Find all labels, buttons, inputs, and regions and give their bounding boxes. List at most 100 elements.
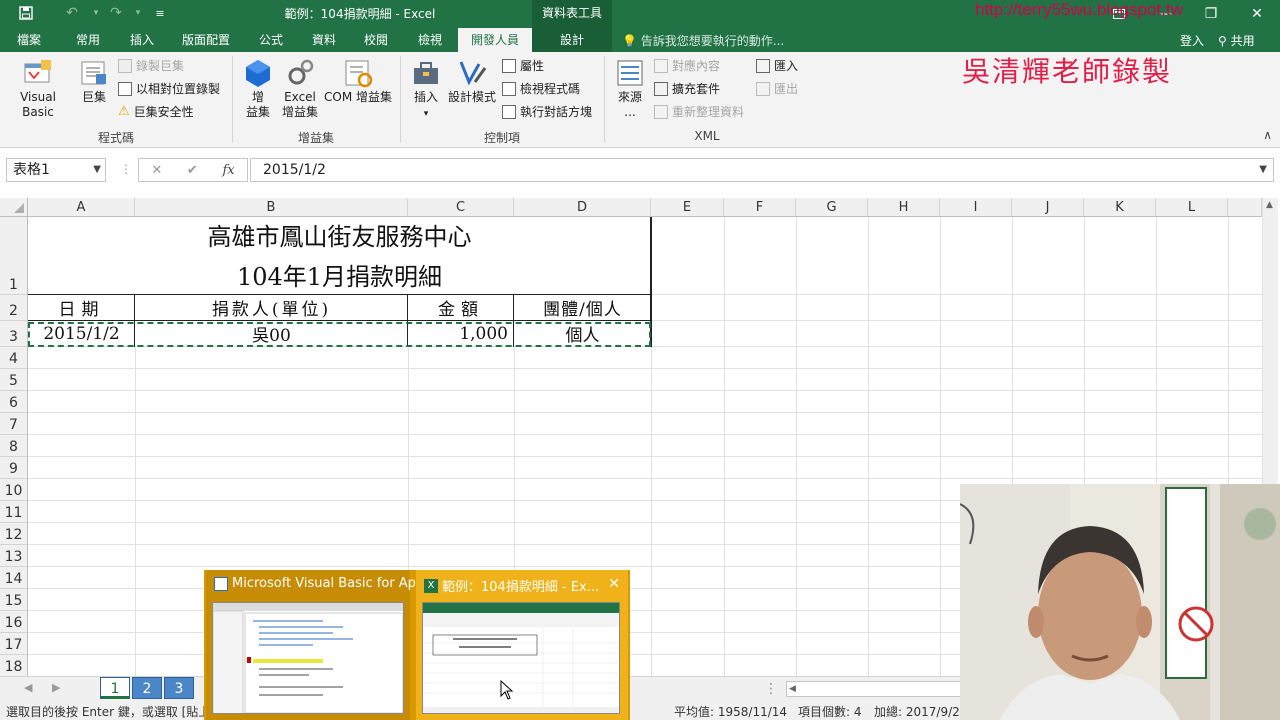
taskbar-thumbnails: Microsoft Visual Basic for Ap... X 範例：10… bbox=[204, 570, 630, 720]
column-header-a[interactable]: A bbox=[28, 198, 135, 217]
column-header-m[interactable] bbox=[1228, 198, 1262, 217]
formula-input[interactable]: 2015/1/2 ▼ bbox=[250, 158, 1274, 182]
map-properties-button[interactable]: 對應內容 bbox=[654, 56, 720, 76]
select-all-corner[interactable] bbox=[0, 198, 28, 217]
enter-icon[interactable]: ✔ bbox=[187, 163, 198, 178]
xml-source-button[interactable]: 來源 ... bbox=[612, 58, 648, 120]
name-box[interactable]: 表格1 ▼ bbox=[6, 158, 106, 182]
tab-split-handle[interactable]: ⋮ bbox=[764, 681, 778, 697]
collapse-ribbon-icon[interactable]: ∧ bbox=[1263, 128, 1272, 142]
report-title-line1: 高雄市鳳山街友服務中心 bbox=[207, 223, 472, 251]
tab-page-layout[interactable]: 版面配置 bbox=[170, 28, 242, 52]
formula-bar-separator[interactable]: ⋮ bbox=[120, 162, 132, 176]
scroll-left-icon[interactable]: ◀ bbox=[789, 682, 796, 696]
tab-file[interactable]: 檔案 bbox=[0, 28, 58, 52]
column-header-f[interactable]: F bbox=[724, 198, 796, 217]
row-header-18[interactable]: 18 bbox=[0, 655, 28, 676]
header-cell-type[interactable]: 團體/個人 bbox=[514, 295, 651, 320]
macros-button[interactable]: 巨集 bbox=[76, 58, 112, 105]
tab-insert[interactable]: 插入 bbox=[116, 28, 168, 52]
row-header-11[interactable]: 11 bbox=[0, 501, 28, 523]
column-header-g[interactable]: G bbox=[796, 198, 868, 217]
addins-button[interactable]: 增 益集 bbox=[240, 58, 276, 120]
horizontal-scrollbar[interactable]: ◀ bbox=[786, 681, 966, 697]
close-icon[interactable]: ✕ bbox=[1234, 0, 1280, 28]
row-header-5[interactable]: 5 bbox=[0, 369, 28, 391]
share-button[interactable]: ⚲ 共用 bbox=[1218, 32, 1255, 49]
row-header-2[interactable]: 2 bbox=[0, 295, 28, 321]
thumbnail-close-icon[interactable]: ✕ bbox=[608, 576, 620, 592]
export-button[interactable]: 匯出 bbox=[756, 79, 798, 99]
import-button[interactable]: 匯入 bbox=[756, 56, 798, 76]
row-header-7[interactable]: 7 bbox=[0, 413, 28, 435]
record-macro-button[interactable]: 錄製巨集 bbox=[118, 56, 184, 76]
tell-me-box[interactable]: 💡 告訴我您想要執行的動作... bbox=[622, 32, 784, 49]
report-title-cell[interactable]: 高雄市鳳山街友服務中心 104年1月捐款明細 bbox=[28, 217, 651, 294]
import-icon bbox=[756, 59, 770, 73]
column-header-i[interactable]: I bbox=[940, 198, 1012, 217]
row-header-12[interactable]: 12 bbox=[0, 523, 28, 545]
excel-addins-button[interactable]: Excel 增益集 bbox=[280, 58, 320, 120]
column-header-d[interactable]: D bbox=[514, 198, 651, 217]
sheet-prev-icon[interactable]: ◀ bbox=[24, 681, 32, 694]
sheet-tab-1[interactable]: 1 bbox=[100, 677, 130, 699]
column-header-k[interactable]: K bbox=[1084, 198, 1156, 217]
thumbnail-excel[interactable]: X 範例：104捐款明細 - Ex... ✕ bbox=[416, 570, 628, 720]
restore-icon[interactable]: ❐ bbox=[1188, 0, 1234, 28]
column-header-c[interactable]: C bbox=[408, 198, 514, 217]
row-header-15[interactable]: 15 bbox=[0, 589, 28, 611]
refresh-data-button[interactable]: 重新整理資料 bbox=[654, 102, 744, 122]
design-mode-button[interactable]: 設計模式 bbox=[446, 58, 498, 105]
insert-function-icon[interactable]: fx bbox=[222, 163, 234, 178]
tab-developer[interactable]: 開發人員 bbox=[458, 28, 532, 52]
tab-data[interactable]: 資料 bbox=[298, 28, 350, 52]
expand-formula-icon[interactable]: ▼ bbox=[1259, 159, 1267, 181]
expansion-packs-button[interactable]: 擴充套件 bbox=[654, 79, 720, 99]
row-header-17[interactable]: 17 bbox=[0, 633, 28, 655]
row-header-4[interactable]: 4 bbox=[0, 347, 28, 369]
sheet-tab-3[interactable]: 3 bbox=[164, 677, 194, 699]
row-header-3[interactable]: 3 bbox=[0, 321, 28, 347]
header-cell-donor[interactable]: 捐款人(單位) bbox=[135, 295, 408, 320]
sheet-tab-2[interactable]: 2 bbox=[132, 677, 162, 699]
cancel-icon[interactable]: ✕ bbox=[151, 163, 162, 178]
relative-reference-button[interactable]: 以相對位置錄製 bbox=[118, 79, 220, 99]
macro-security-button[interactable]: ⚠ 巨集安全性 bbox=[118, 102, 194, 122]
column-header-j[interactable]: J bbox=[1012, 198, 1084, 217]
column-header-e[interactable]: E bbox=[651, 198, 724, 217]
insert-control-button[interactable]: 插入 ▾ bbox=[408, 58, 444, 122]
row-header-6[interactable]: 6 bbox=[0, 391, 28, 413]
tab-design[interactable]: 設計 bbox=[532, 28, 612, 52]
row-header-13[interactable]: 13 bbox=[0, 545, 28, 567]
gridline bbox=[28, 412, 1262, 413]
tab-formulas[interactable]: 公式 bbox=[246, 28, 296, 52]
ribbon-tabs: 檔案 常用 插入 版面配置 公式 資料 校閱 檢視 開發人員 設計 💡 告訴我您… bbox=[0, 28, 1280, 52]
column-header-l[interactable]: L bbox=[1156, 198, 1228, 217]
properties-button[interactable]: 屬性 bbox=[502, 56, 544, 76]
header-cell-date[interactable]: 日期 bbox=[28, 295, 135, 320]
tab-review[interactable]: 校閱 bbox=[350, 28, 402, 52]
run-dialog-button[interactable]: 執行對話方塊 bbox=[502, 102, 592, 122]
column-header-h[interactable]: H bbox=[868, 198, 940, 217]
sheet-next-icon[interactable]: ▶ bbox=[52, 681, 60, 694]
tab-view[interactable]: 檢視 bbox=[404, 28, 456, 52]
visual-basic-button[interactable]: Visual Basic bbox=[4, 58, 72, 120]
presenter-video bbox=[960, 484, 1280, 720]
row-header-16[interactable]: 16 bbox=[0, 611, 28, 633]
com-addins-button[interactable]: COM 增益集 bbox=[322, 58, 394, 105]
tab-home[interactable]: 常用 bbox=[62, 28, 114, 52]
signin-link[interactable]: 登入 bbox=[1180, 32, 1204, 49]
row-header-14[interactable]: 14 bbox=[0, 567, 28, 589]
scroll-up-icon[interactable]: ▲ bbox=[1266, 200, 1273, 210]
row-header-8[interactable]: 8 bbox=[0, 435, 28, 457]
header-cell-amount[interactable]: 金額 bbox=[408, 295, 514, 320]
thumbnail-vba[interactable]: Microsoft Visual Basic for Ap... bbox=[206, 570, 428, 720]
row-header-1[interactable]: 1 bbox=[0, 217, 28, 295]
view-code-button[interactable]: 檢視程式碼 bbox=[502, 79, 580, 99]
formula-buttons: ✕ ✔ fx bbox=[138, 158, 248, 182]
row-header-9[interactable]: 9 bbox=[0, 457, 28, 479]
row-header-10[interactable]: 10 bbox=[0, 479, 28, 501]
column-header-b[interactable]: B bbox=[135, 198, 408, 217]
record-macro-icon bbox=[118, 59, 132, 73]
chevron-down-icon[interactable]: ▼ bbox=[93, 159, 101, 181]
